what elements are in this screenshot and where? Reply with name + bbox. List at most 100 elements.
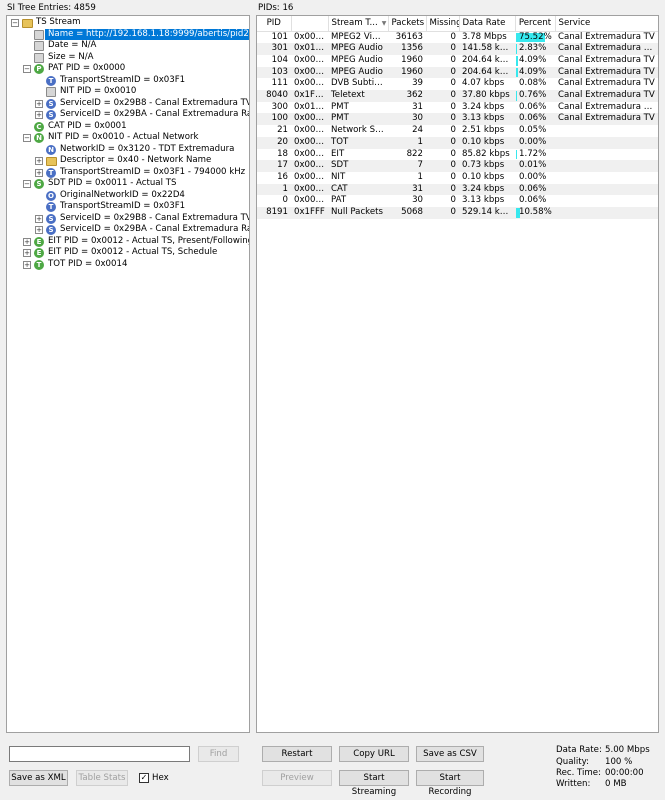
- tree-item[interactable]: + E EIT PID = 0x0012 - Actual TS, Schedule: [7, 247, 247, 259]
- expand-icon[interactable]: +: [35, 157, 43, 165]
- table-row[interactable]: 21 0x0015 Network Sync 24 0 2.51 kbps 0.05%: [257, 125, 658, 137]
- cell-packets: 7: [388, 160, 426, 172]
- start-recording-button[interactable]: Start Recording: [416, 770, 484, 797]
- table-row[interactable]: 18 0x0012 EIT 822 0 85.82 kbps 1.72%: [257, 149, 658, 161]
- pid-table-view[interactable]: PID Stream T... ▼ Packets Missing Data Ra…: [256, 15, 659, 733]
- cell-stream-type: MPEG2 Video: [331, 31, 388, 42]
- cell-percent: 0.00%: [515, 172, 555, 184]
- expand-icon[interactable]: +: [23, 237, 31, 246]
- tree-item[interactable]: − TS Stream: [7, 17, 247, 29]
- table-row[interactable]: 104 0x0068 MPEG Audio 1960 0 204.64 kbps 4.09%…: [257, 54, 658, 67]
- collapse-icon[interactable]: −: [23, 180, 31, 188]
- cell-stream-type: DVB Subtitles: [331, 78, 388, 89]
- table-row[interactable]: 301 0x012D MPEG Audio 1356 0 141.58 kbps 2.83%…: [257, 43, 658, 55]
- collapse-icon[interactable]: −: [23, 134, 31, 142]
- tree-item-label: TS Stream: [36, 17, 81, 27]
- cell-service: Canal Extremadura TV: [558, 54, 655, 65]
- table-row[interactable]: 101 0x0065 MPEG2 Video 36163 0 3.78 Mbps 75.52…: [257, 31, 658, 43]
- document-icon: [46, 87, 56, 97]
- table-row[interactable]: 17 0x0011 SDT 7 0 0.73 kbps 0.01%: [257, 160, 658, 172]
- cell-data-rate: 37.80 kbps: [459, 90, 515, 102]
- col-header-packets[interactable]: Packets: [388, 16, 427, 32]
- tree-item[interactable]: T TransportStreamID = 0x03F1: [7, 201, 247, 213]
- cell-service: [555, 160, 658, 172]
- tree-item[interactable]: + T TOT PID = 0x0014: [7, 259, 247, 271]
- table-row[interactable]: 8191 0x1FFF Null Packets 5068 0 529.14 kbps 10…: [257, 207, 658, 219]
- tree-item[interactable]: N NetworkID = 0x3120 - TDT Extremadura: [7, 144, 247, 156]
- col-header-service[interactable]: Service: [555, 16, 658, 32]
- table-row[interactable]: 103 0x0067 MPEG Audio 1960 0 204.64 kbps 4.09%…: [257, 66, 658, 79]
- table-row[interactable]: 300 0x012C PMT 31 0 3.24 kbps 0.06% Canal Extre…: [257, 101, 658, 114]
- table-stats-button[interactable]: Table Stats: [76, 770, 128, 786]
- rec-time-label: Rec. Time:: [556, 768, 601, 778]
- document-icon: [34, 41, 44, 51]
- start-streaming-button[interactable]: Start Streaming: [339, 770, 409, 797]
- tree-item[interactable]: − N NIT PID = 0x0010 - Actual Network: [7, 132, 247, 144]
- table-row[interactable]: 16 0x0010 NIT 1 0 0.10 kbps 0.00%: [257, 171, 658, 184]
- table-row[interactable]: 1 0x0001 CAT 31 0 3.24 kbps 0.06%: [257, 183, 658, 196]
- expand-icon[interactable]: +: [35, 111, 43, 119]
- cell-data-rate: 3.13 kbps: [462, 195, 505, 206]
- tree-item-label: Descriptor = 0x40 - Network Name: [60, 155, 212, 165]
- table-row[interactable]: 100 0x0064 PMT 30 0 3.13 kbps 0.06% Canal Extre…: [257, 113, 658, 126]
- cell-missing: 0: [426, 207, 459, 219]
- cell-pid: 20: [257, 136, 291, 149]
- find-button[interactable]: Find: [198, 746, 239, 762]
- tree-item[interactable]: + S ServiceID = 0x29BA - Canal Extremadura…: [7, 224, 249, 236]
- percent-text: 0.06%: [519, 195, 547, 206]
- preview-button[interactable]: Preview: [262, 770, 332, 786]
- tree-item[interactable]: Date = N/A: [7, 40, 247, 52]
- table-row[interactable]: 20 0x0014 TOT 1 0 0.10 kbps 0.00%: [257, 136, 658, 149]
- expand-icon[interactable]: +: [35, 214, 43, 223]
- save-as-csv-button[interactable]: Save as CSV: [416, 746, 484, 762]
- tree-item[interactable]: + S ServiceID = 0x29BA - Canal Extremadura…: [7, 109, 249, 121]
- tree-item[interactable]: T TransportStreamID = 0x03F1: [7, 75, 247, 87]
- expand-icon[interactable]: +: [35, 99, 43, 108]
- search-input[interactable]: [9, 746, 190, 762]
- cell-service: Canal Extremadura TV: [558, 31, 655, 42]
- restart-button[interactable]: Restart: [262, 746, 332, 762]
- cell-packets: 1: [417, 171, 423, 182]
- col-header-data-rate[interactable]: Data Rate: [459, 16, 516, 32]
- expand-icon[interactable]: +: [35, 168, 43, 177]
- col-header-pid[interactable]: PID: [257, 16, 292, 32]
- table-row[interactable]: 0 0x0000 PAT 30 0 3.13 kbps 0.06%: [257, 195, 658, 207]
- percent-text: 0.00%: [519, 171, 547, 182]
- col-header-hex[interactable]: [291, 16, 329, 32]
- col-header-missing[interactable]: Missing: [426, 16, 460, 32]
- tree-item[interactable]: C CAT PID = 0x0001: [7, 121, 247, 133]
- tree-item[interactable]: + T TransportStreamID = 0x03F1 - 794000 kH…: [7, 167, 247, 179]
- hex-checkbox[interactable]: ✓: [139, 773, 149, 783]
- percent-text: 10.58%: [519, 207, 552, 218]
- si-tree-view[interactable]: − TS Stream Name = http://192.168.1.18:999…: [6, 15, 250, 733]
- table-row[interactable]: 111 0x006F DVB Subtitles 39 0 4.07 kbps 0.08% C…: [257, 78, 658, 90]
- expand-icon[interactable]: +: [23, 249, 31, 257]
- table-row[interactable]: 8040 0x1F68 Teletext 362 0 37.80 kbps 0.76% Can…: [257, 90, 658, 102]
- collapse-icon[interactable]: −: [23, 65, 31, 73]
- tree-item[interactable]: + E EIT PID = 0x0012 - Actual TS, Present/…: [7, 236, 249, 248]
- expand-icon[interactable]: +: [23, 260, 31, 269]
- tree-item[interactable]: Size = N/A: [7, 52, 247, 64]
- cell-packets: 1356: [388, 43, 426, 55]
- tree-item[interactable]: − P PAT PID = 0x0000: [7, 63, 247, 75]
- percent-text: 0.08%: [519, 78, 547, 89]
- cell-stream-type: PMT: [331, 101, 349, 112]
- save-as-xml-button[interactable]: Save as XML: [9, 770, 68, 786]
- cell-service: [555, 125, 658, 137]
- tree-item[interactable]: Name = http://192.168.1.18:9999/abertis/…: [7, 28, 249, 40]
- expand-icon[interactable]: +: [35, 226, 43, 234]
- cell-missing: 0: [450, 54, 456, 65]
- tree-item[interactable]: − S SDT PID = 0x0011 - Actual TS: [7, 178, 247, 190]
- tree-item[interactable]: NIT PID = 0x0010: [7, 86, 247, 98]
- tree-item-label: TransportStreamID = 0x03F1 - 794000 kHz: [60, 166, 246, 177]
- col-header-stream-type[interactable]: Stream T... ▼: [328, 16, 389, 32]
- data-rate-value: 5.00 Mbps: [605, 745, 650, 755]
- cell-data-rate: 0.10 kbps: [459, 136, 515, 149]
- tree-item[interactable]: + Descriptor = 0x40 - Network Name: [7, 155, 247, 167]
- tree-item[interactable]: O OriginalNetworkID = 0x22D4: [7, 190, 247, 202]
- col-header-percent[interactable]: Percent: [515, 16, 556, 32]
- tree-item[interactable]: + S ServiceID = 0x29B8 - Canal Extremadura…: [7, 98, 249, 110]
- tree-item[interactable]: + S ServiceID = 0x29B8 - Canal Extremadura…: [7, 213, 249, 225]
- copy-url-button[interactable]: Copy URL: [339, 746, 409, 762]
- collapse-icon[interactable]: −: [11, 19, 19, 27]
